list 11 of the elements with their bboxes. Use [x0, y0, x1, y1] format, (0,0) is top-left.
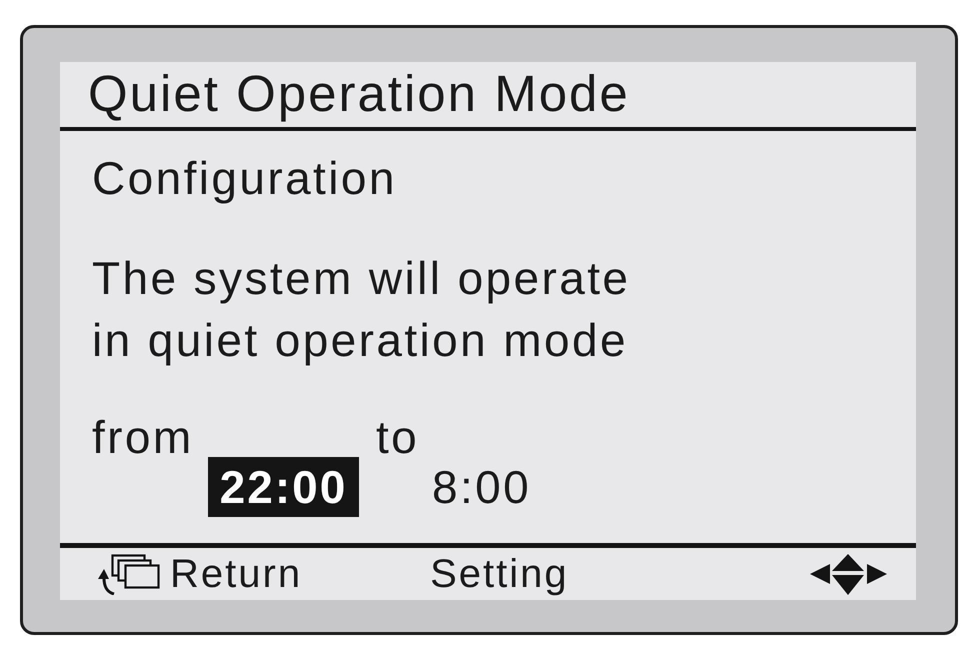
from-label: from	[92, 417, 194, 457]
time-field[interactable]: 22:00	[208, 457, 359, 517]
message-text: The system will operate in quiet operation mode	[92, 251, 632, 368]
return-icon	[97, 554, 160, 594]
section-label: Configuration	[92, 151, 397, 206]
time-field[interactable]: 8:00	[432, 457, 532, 517]
return-label: Return	[170, 552, 302, 596]
navigation-arrows-icon	[810, 554, 887, 594]
setting-label: Setting	[430, 552, 569, 596]
to-label: to	[376, 417, 420, 457]
screen-title: Quiet Operation Mode	[88, 66, 630, 123]
